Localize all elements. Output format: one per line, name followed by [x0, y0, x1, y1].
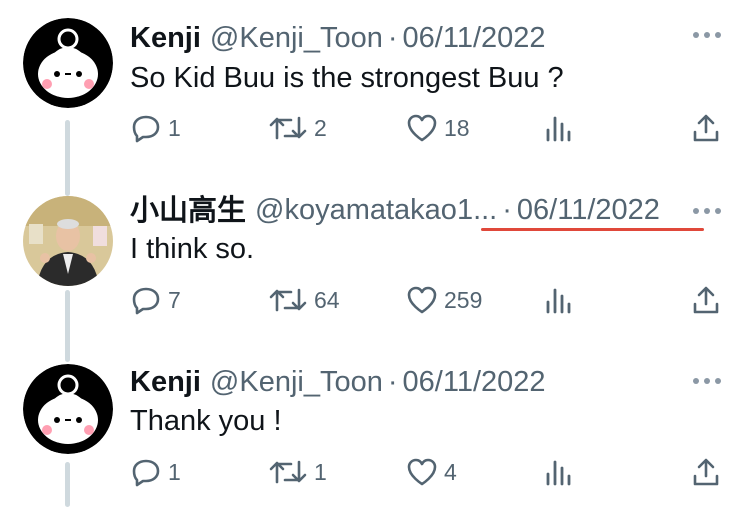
tweet-date[interactable]: 06/11/2022	[403, 364, 546, 400]
more-options-icon[interactable]	[693, 376, 721, 386]
tweet-thread: Kenji @Kenji_Toon · 06/11/2022 So Kid Bu…	[0, 0, 749, 507]
author-handle[interactable]: @Kenji_Toon	[210, 364, 383, 400]
cartoon-avatar-icon[interactable]	[23, 364, 113, 454]
separator-dot: ·	[387, 22, 398, 54]
share-icon	[693, 286, 719, 314]
like-button[interactable]: 18	[406, 108, 470, 148]
reply-count: 1	[168, 114, 181, 141]
tweet-actions: 7 64 259	[130, 280, 730, 320]
views-button[interactable]	[544, 108, 574, 148]
like-button[interactable]: 4	[406, 452, 457, 492]
share-button[interactable]	[691, 452, 721, 492]
photo-avatar-icon[interactable]	[23, 196, 113, 286]
separator-dot: ·	[502, 194, 512, 226]
more-options-icon[interactable]	[693, 206, 721, 216]
highlight-underline	[481, 228, 704, 231]
reply-icon	[132, 459, 160, 487]
retweet-count: 2	[314, 114, 327, 141]
like-count: 18	[444, 114, 470, 141]
cartoon-avatar-icon[interactable]	[23, 18, 113, 108]
retweet-icon	[269, 460, 307, 484]
tweet-text: Thank you !	[130, 405, 282, 437]
tweet-actions: 1 1 4	[130, 452, 730, 492]
reply-button[interactable]: 7	[130, 280, 181, 320]
retweet-button[interactable]: 1	[268, 452, 327, 492]
author-handle[interactable]: @Kenji_Toon	[210, 20, 383, 56]
tweet-header: 小山高生 @koyamatakao1... · 06/11/2022	[130, 190, 660, 230]
heart-icon	[407, 458, 437, 486]
share-icon	[693, 114, 719, 142]
heart-icon	[407, 286, 437, 314]
author-handle[interactable]: @koyamatakao1...	[255, 192, 497, 228]
like-count: 259	[444, 286, 483, 313]
reply-button[interactable]: 1	[130, 452, 181, 492]
retweet-button[interactable]: 64	[268, 280, 340, 320]
retweet-icon	[269, 116, 307, 140]
tweet-text: I think so.	[130, 233, 255, 265]
heart-icon	[407, 114, 437, 142]
author-name[interactable]: Kenji	[130, 20, 201, 56]
tweet-date[interactable]: 06/11/2022	[403, 20, 546, 56]
like-button[interactable]: 259	[406, 280, 482, 320]
tweet-text: So Kid Buu is the strongest Buu ?	[130, 62, 564, 94]
more-options-icon[interactable]	[693, 30, 721, 40]
retweet-icon	[269, 288, 307, 312]
author-name[interactable]: 小山高生	[130, 192, 246, 228]
views-icon	[546, 288, 571, 314]
reply-count: 7	[168, 286, 181, 313]
tweet-header: Kenji @Kenji_Toon · 06/11/2022	[130, 18, 546, 58]
retweet-count: 64	[314, 286, 340, 313]
share-button[interactable]	[691, 280, 721, 320]
like-count: 4	[444, 458, 457, 485]
reply-count: 1	[168, 458, 181, 485]
tweet[interactable]: Kenji @Kenji_Toon · 06/11/2022 So Kid Bu…	[0, 0, 749, 172]
views-icon	[546, 460, 571, 486]
tweet[interactable]: 小山高生 @koyamatakao1... · 06/11/2022 I thi…	[0, 176, 749, 348]
reply-button[interactable]: 1	[130, 108, 181, 148]
tweet[interactable]: Kenji @Kenji_Toon · 06/11/2022 Thank you…	[0, 348, 749, 520]
share-icon	[693, 458, 719, 486]
retweet-button[interactable]: 2	[268, 108, 327, 148]
tweet-date[interactable]: 06/11/2022	[517, 192, 660, 228]
author-name[interactable]: Kenji	[130, 364, 201, 400]
reply-icon	[132, 115, 160, 143]
tweet-header: Kenji @Kenji_Toon · 06/11/2022	[130, 362, 546, 402]
separator-dot: ·	[387, 366, 398, 398]
reply-icon	[132, 287, 160, 315]
retweet-count: 1	[314, 458, 327, 485]
share-button[interactable]	[691, 108, 721, 148]
views-icon	[546, 116, 571, 142]
views-button[interactable]	[544, 452, 574, 492]
views-button[interactable]	[544, 280, 574, 320]
tweet-actions: 1 2 18	[130, 108, 730, 148]
